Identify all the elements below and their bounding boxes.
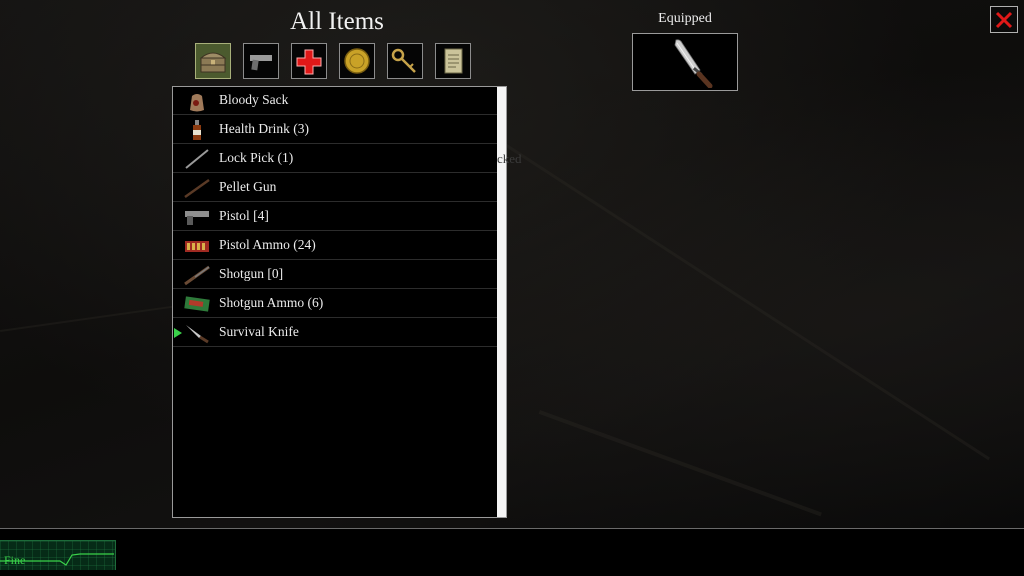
item-label: Pistol [4] <box>219 208 269 223</box>
background-text: cked <box>497 151 522 166</box>
knife-icon <box>674 39 713 88</box>
red-cross-icon <box>296 49 322 75</box>
list-item[interactable]: Health Drink (3) <box>173 116 497 144</box>
chest-icon <box>199 52 227 73</box>
status-bar <box>0 528 1024 576</box>
list-item[interactable]: Pellet Gun <box>173 174 497 202</box>
tab-health[interactable] <box>291 43 327 79</box>
item-label: Shotgun Ammo (6) <box>219 295 324 310</box>
tab-coins[interactable] <box>339 43 375 79</box>
tab-all-items[interactable] <box>195 43 231 79</box>
list-item[interactable]: Shotgun [0] <box>173 261 497 289</box>
inventory-title: All Items <box>290 8 384 35</box>
rifle-icon <box>184 178 210 199</box>
close-button[interactable] <box>990 6 1018 33</box>
list-item[interactable]: Shotgun Ammo (6) <box>173 290 497 318</box>
list-item[interactable]: Bloody Sack <box>173 87 497 115</box>
background-beam <box>468 120 990 461</box>
key-icon <box>391 48 416 73</box>
list-item[interactable]: Lock Pick (1) <box>173 145 497 173</box>
close-icon <box>995 11 1013 28</box>
item-list: Bloody Sack Health Drink (3) Lock Pick (… <box>172 86 507 518</box>
tab-weapons[interactable] <box>243 43 279 79</box>
coin-icon <box>344 48 370 74</box>
pistol-icon <box>250 55 272 71</box>
ammo-box-icon <box>185 241 209 252</box>
item-label: Health Drink (3) <box>219 121 309 136</box>
equipped-label: Equipped <box>658 11 712 26</box>
knife-icon <box>186 325 209 344</box>
shotgun-icon <box>184 265 210 286</box>
health-monitor: Fine <box>0 540 116 570</box>
item-label: Survival Knife <box>219 324 299 339</box>
equipped-slot[interactable] <box>632 33 738 91</box>
bottle-icon <box>193 120 201 140</box>
item-label: Bloody Sack <box>219 92 289 107</box>
document-icon <box>444 48 463 74</box>
item-label: Lock Pick (1) <box>219 150 294 165</box>
shells-box-icon <box>184 296 210 312</box>
list-item[interactable]: Pistol [4] <box>173 203 497 231</box>
health-status-text: Fine <box>4 553 26 567</box>
item-label: Pistol Ammo (24) <box>219 237 316 252</box>
item-label: Pellet Gun <box>219 179 277 194</box>
list-item[interactable]: Survival Knife <box>173 319 497 347</box>
tab-keys[interactable] <box>387 43 423 79</box>
game-background <box>0 0 1024 528</box>
item-label: Shotgun [0] <box>219 266 284 281</box>
background-beam <box>538 410 822 517</box>
background-beam <box>0 304 179 332</box>
selection-marker-icon <box>174 328 182 338</box>
lockpick-icon <box>185 149 209 169</box>
tab-documents[interactable] <box>435 43 471 79</box>
pistol-icon <box>185 211 209 225</box>
sack-icon <box>190 94 204 112</box>
list-item[interactable]: Pistol Ammo (24) <box>173 232 497 260</box>
